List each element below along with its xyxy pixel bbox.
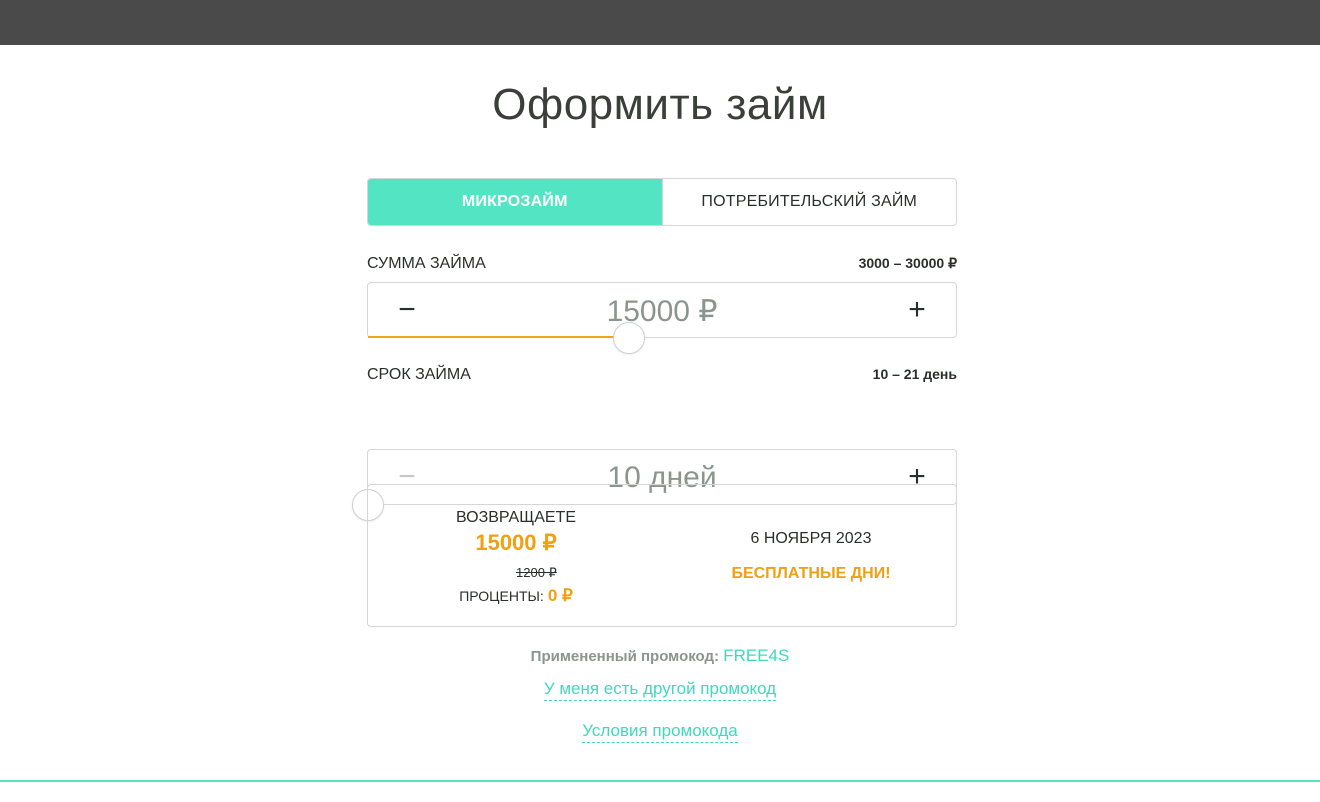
amount-slider-fill xyxy=(368,336,629,338)
return-date: 6 НОЯБРЯ 2023 xyxy=(750,530,872,547)
free-days-badge: БЕСПЛАТНЫЕ ДНИ! xyxy=(731,565,891,582)
amount-stepper: − 15000 ₽ + xyxy=(367,282,957,354)
loan-type-tabs: МИКРОЗАЙМ ПОТРЕБИТЕЛЬСКИЙ ЗАЙМ xyxy=(367,178,957,226)
amount-range: 3000 – 30000 ₽ xyxy=(858,255,957,271)
promo-terms-link[interactable]: Условия промокода xyxy=(582,721,738,743)
applied-promo-label: Примененный промокод: xyxy=(530,648,720,665)
tab-consumer-loan[interactable]: ПОТРЕБИТЕЛЬСКИЙ ЗАЙМ xyxy=(661,179,957,225)
old-interest: 1200 ₽ xyxy=(516,565,557,580)
amount-plus-button[interactable]: + xyxy=(902,295,932,325)
return-amount: 15000 ₽ xyxy=(475,530,557,555)
page-title: Оформить займ xyxy=(492,80,828,129)
amount-slider-handle[interactable] xyxy=(613,322,645,354)
term-label-row: СРОК ЗАЙМА 10 – 21 день xyxy=(367,366,957,384)
amount-label: СУММА ЗАЙМА xyxy=(367,255,486,272)
term-label: СРОК ЗАЙМА xyxy=(367,366,471,383)
term-range: 10 – 21 день xyxy=(872,366,957,382)
interest-row: ПРОЦЕНТЫ: 0 ₽ xyxy=(368,586,664,606)
interest-label: ПРОЦЕНТЫ: xyxy=(459,588,544,604)
return-label: ВОЗВРАЩАЕТЕ xyxy=(456,509,576,526)
amount-value: 15000 ₽ xyxy=(606,295,718,328)
other-promo-link[interactable]: У меня есть другой промокод xyxy=(543,679,777,701)
tab-microloan[interactable]: МИКРОЗАЙМ xyxy=(368,179,662,225)
promo-terms-row: Условия промокода xyxy=(0,721,1320,743)
amount-label-row: СУММА ЗАЙМА 3000 – 30000 ₽ xyxy=(367,255,957,273)
applied-promo-code: FREE4S xyxy=(723,646,790,665)
bottom-divider xyxy=(0,780,1320,782)
other-promo-row: У меня есть другой промокод xyxy=(0,679,1320,701)
top-bar xyxy=(0,0,1320,45)
amount-minus-button[interactable]: − xyxy=(392,295,422,325)
loan-summary: ВОЗВРАЩАЕТЕ 15000 ₽ 1200 ₽ ПРОЦЕНТЫ: 0 ₽… xyxy=(367,484,957,627)
applied-promo: Примененный промокод: FREE4S xyxy=(0,646,1320,666)
interest-value: 0 ₽ xyxy=(547,586,573,605)
